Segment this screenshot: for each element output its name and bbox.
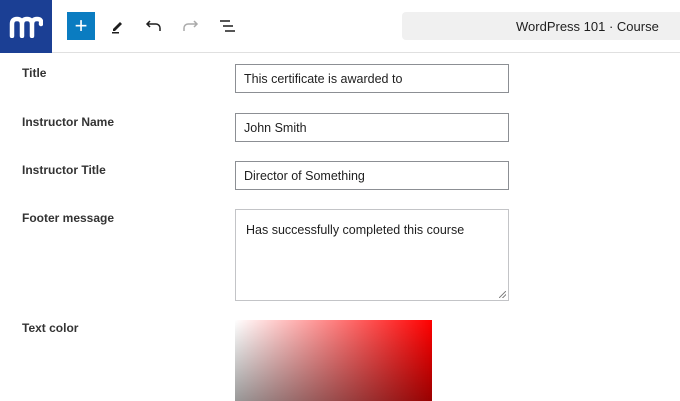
site-logo[interactable] (0, 0, 52, 53)
editor-toolbar: + WordPress 101 · Course (0, 0, 680, 53)
undo-icon (145, 20, 161, 31)
pencil-icon (112, 22, 122, 34)
resize-handle-icon[interactable] (499, 291, 506, 298)
color-saturation-picker[interactable] (235, 320, 432, 401)
footer-message-text: Has successfully completed this course (246, 223, 465, 237)
footer-message-textarea[interactable]: Has successfully completed this course (235, 209, 509, 301)
list-view-icon (220, 20, 235, 32)
logo-icon (9, 16, 43, 38)
title-label: Title (22, 66, 47, 80)
tools-button[interactable] (103, 12, 131, 40)
title-input[interactable]: This certificate is awarded to (235, 64, 509, 93)
redo-button[interactable] (176, 12, 204, 40)
instructor-title-input[interactable]: Director of Something (235, 161, 509, 190)
redo-icon (183, 20, 199, 31)
document-overview-button[interactable] (213, 12, 241, 40)
add-block-button[interactable]: + (67, 12, 95, 40)
text-color-label: Text color (22, 321, 79, 335)
instructor-name-label: Instructor Name (22, 115, 115, 129)
document-title-bar[interactable]: WordPress 101 · Course (402, 12, 680, 40)
footer-message-label: Footer message (22, 211, 115, 225)
undo-button[interactable] (140, 12, 168, 40)
instructor-name-input[interactable]: John Smith (235, 113, 509, 142)
plus-icon: + (74, 13, 88, 38)
instructor-title-label: Instructor Title (22, 163, 106, 177)
